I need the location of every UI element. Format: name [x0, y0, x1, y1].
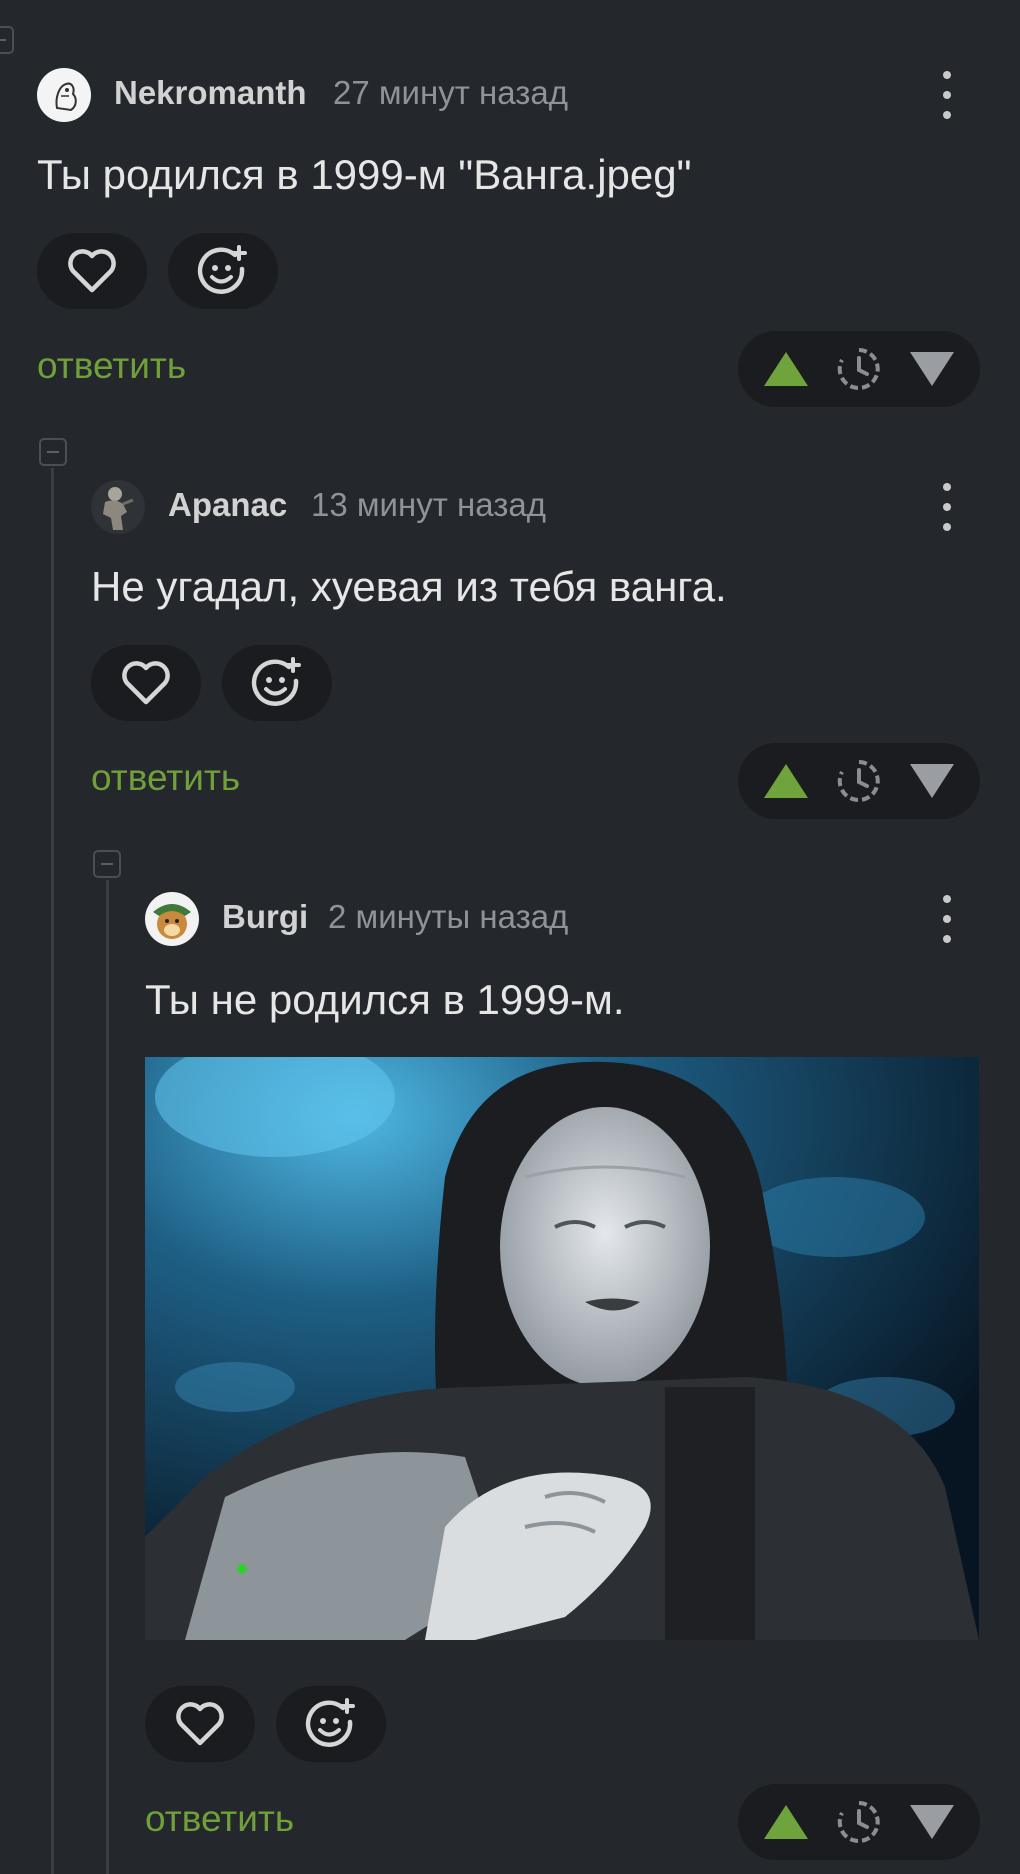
add-emoji-icon [251, 657, 301, 706]
arrow-up-triangle-icon[interactable] [761, 349, 811, 389]
collapse-thread-button[interactable] [39, 438, 67, 466]
like-button[interactable] [145, 1686, 255, 1762]
comment-text: Не угадал, хуевая из тебя ванга. [91, 563, 727, 610]
add-emoji-icon [305, 1698, 355, 1747]
comment-time: 13 минут назад [311, 486, 546, 523]
rating-bar [738, 331, 980, 407]
reply-link[interactable]: ответить [37, 345, 186, 387]
add-reaction-button[interactable] [222, 645, 332, 721]
reply-link[interactable]: ответить [91, 757, 240, 799]
thread-line-level-1 [51, 468, 54, 1874]
add-emoji-icon [197, 245, 247, 294]
rating-bar [738, 743, 980, 819]
author-name[interactable]: Apanac [168, 486, 287, 524]
arrow-up-triangle-icon[interactable] [761, 761, 811, 801]
more-vertical-icon[interactable] [932, 483, 962, 531]
avatar[interactable] [91, 480, 145, 534]
attached-image[interactable] [145, 1057, 979, 1640]
comment-time: 27 минут назад [333, 74, 568, 111]
rating-bar [738, 1784, 980, 1860]
heart-icon [122, 661, 170, 705]
pending-clock-icon [837, 348, 880, 390]
comment-text: Ты родился в 1999-м "Ванга.jpeg" [37, 151, 692, 198]
like-button[interactable] [37, 233, 147, 309]
more-vertical-icon[interactable] [932, 71, 962, 119]
author-name[interactable]: Burgi [222, 898, 308, 936]
more-vertical-icon[interactable] [932, 895, 962, 943]
pending-clock-icon [837, 1801, 880, 1843]
collapse-thread-button[interactable] [93, 850, 121, 878]
avatar-image [153, 904, 191, 939]
arrow-up-triangle-icon[interactable] [761, 1802, 811, 1842]
heart-icon [176, 1702, 224, 1746]
photo-elderly-woman [145, 1057, 979, 1640]
avatar-image [55, 82, 77, 112]
thread-line-level-2 [106, 880, 109, 1874]
avatar-image [103, 487, 134, 530]
arrow-down-triangle-icon[interactable] [907, 349, 957, 389]
like-button[interactable] [91, 645, 201, 721]
pending-clock-icon [837, 760, 880, 802]
avatar[interactable] [145, 892, 199, 946]
arrow-down-triangle-icon[interactable] [907, 1802, 957, 1842]
collapse-thread-top-button[interactable] [0, 26, 14, 54]
arrow-down-triangle-icon[interactable] [907, 761, 957, 801]
author-name[interactable]: Nekromanth [114, 74, 307, 112]
add-reaction-button[interactable] [276, 1686, 386, 1762]
add-reaction-button[interactable] [168, 233, 278, 309]
avatar[interactable] [37, 68, 91, 122]
comment-text: Ты не родился в 1999-м. [145, 976, 625, 1023]
heart-icon [68, 249, 116, 293]
comment-time: 2 минуты назад [328, 898, 569, 935]
reply-link[interactable]: ответить [145, 1798, 294, 1840]
